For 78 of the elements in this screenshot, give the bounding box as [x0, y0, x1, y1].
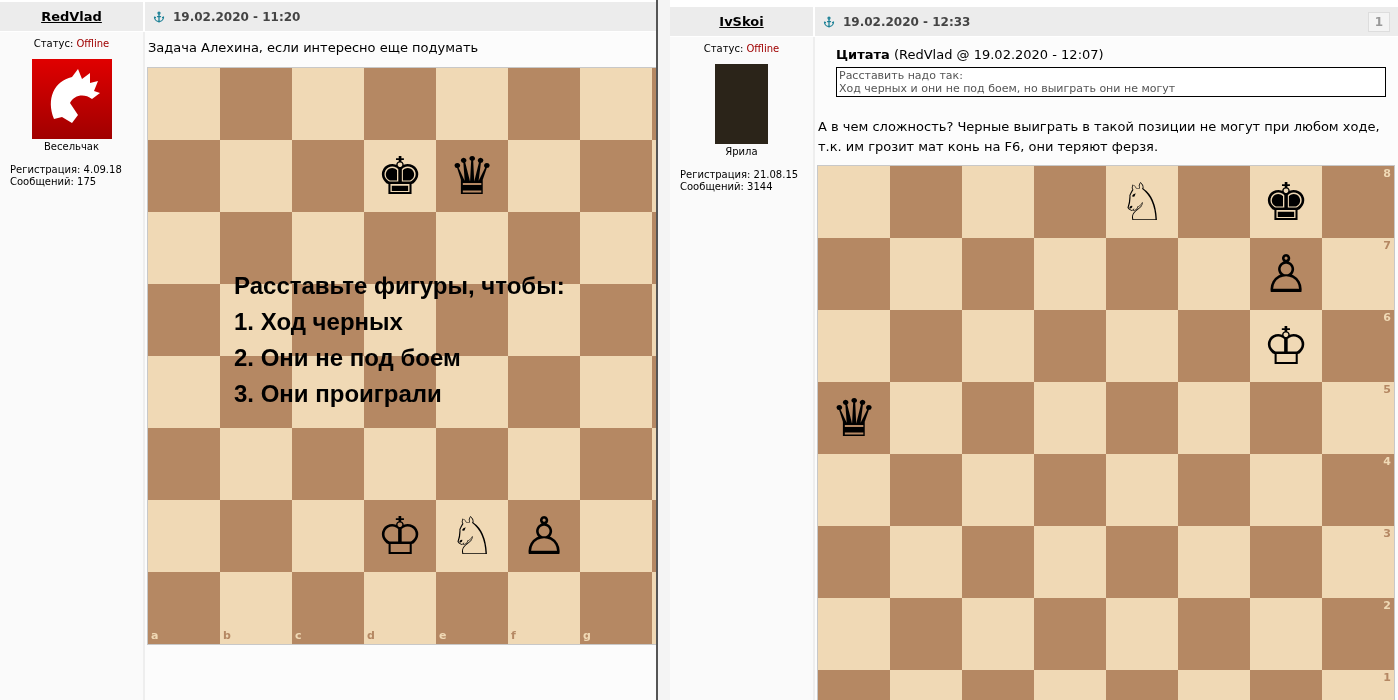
board-square [292, 500, 364, 572]
anchor-icon[interactable] [823, 15, 835, 28]
board-square [580, 140, 652, 212]
overlay-text: 2. Они не под боем [234, 343, 462, 373]
author-link[interactable]: RedVlad [41, 6, 102, 27]
chess-piece: ♛ [448, 146, 496, 206]
message-count: Сообщений: 3144 [680, 181, 774, 193]
board-square [148, 212, 220, 284]
user-rank: Ярила [725, 145, 758, 159]
board-square [508, 428, 580, 500]
status-text: Статус: Offline [703, 42, 780, 56]
post-text: Задача Алехина, если интересно еще подумать [148, 39, 480, 57]
board-square [580, 284, 652, 356]
board-square [508, 356, 580, 428]
chess-piece: ♔ [376, 506, 424, 566]
board-square [220, 140, 292, 212]
board-square [220, 68, 292, 140]
board-square [580, 356, 652, 428]
chess-piece: ♘ [1118, 171, 1166, 232]
chess-piece: ♙ [1262, 243, 1310, 304]
author-link[interactable]: IvSkoi [719, 11, 764, 32]
board-square [148, 428, 220, 500]
board-square [580, 428, 652, 500]
post-text: А в чем сложность? Черные выиграть в такой позиции не могут при любом ходе, т.к. им грозит мат конь на F6, они теряют ферзя. [818, 117, 1381, 156]
rank-label: 6 [1383, 309, 1391, 326]
board-square [364, 68, 436, 140]
post-date: 19.02.2020 - 12:33 [843, 13, 971, 31]
board-square [508, 68, 580, 140]
chess-piece: ♚ [1262, 171, 1310, 232]
board-square [148, 500, 220, 572]
anchor-icon[interactable] [153, 10, 165, 23]
chess-piece: ♘ [448, 506, 496, 566]
board-square [220, 500, 292, 572]
board-square [364, 428, 436, 500]
board-square [580, 212, 652, 284]
post-date: 19.02.2020 - 11:20 [173, 8, 301, 26]
file-label: d [367, 627, 375, 644]
user-rank: Весельчак [44, 140, 99, 154]
file-label: a [151, 627, 159, 644]
file-label: g [583, 627, 591, 644]
file-label: f [511, 627, 516, 644]
file-label: e [439, 627, 447, 644]
board-square [436, 68, 508, 140]
board-square [292, 140, 364, 212]
rank-label: 8 [1383, 165, 1391, 182]
file-label: c [295, 627, 302, 644]
board-square [220, 428, 292, 500]
board-square [580, 68, 652, 140]
overlay-text: Расставьте фигуры, чтобы: [234, 271, 565, 301]
board-square [148, 356, 220, 428]
quote-box: Расставить надо так: Ход черных и они не под боем, но выиграть они не могут [836, 66, 1386, 97]
message-count: Сообщений: 175 [10, 176, 98, 188]
chess-piece: ♛ [830, 387, 878, 448]
rank-label: 7 [1383, 237, 1391, 254]
status-text: Статус: Offline [33, 37, 110, 51]
file-label: b [223, 627, 231, 644]
rank-label: 5 [1383, 381, 1391, 398]
board-square [580, 500, 652, 572]
chess-piece: ♔ [1262, 315, 1310, 376]
rank-label: 3 [1383, 525, 1391, 542]
board-square [436, 428, 508, 500]
board-square [148, 284, 220, 356]
quote-title: Цитата (RedVlad @ 19.02.2020 - 12:07) [836, 46, 1105, 64]
chess-piece: ♚ [376, 146, 424, 206]
board-square [508, 140, 580, 212]
registration-date: Регистрация: 21.08.15 [680, 169, 799, 181]
overlay-text: 1. Ход черных [234, 307, 404, 337]
rank-label: 1 [1383, 669, 1391, 686]
board-square [148, 140, 220, 212]
registration-date: Регистрация: 4.09.18 [10, 164, 122, 176]
board-square [148, 68, 220, 140]
helmet-logo-icon [31, 59, 112, 139]
board-square [292, 68, 364, 140]
overlay-text: 3. Они проиграли [234, 379, 443, 409]
chess-piece: ♙ [520, 506, 568, 566]
rank-label: 2 [1383, 597, 1391, 614]
board-square [292, 428, 364, 500]
rank-label: 4 [1383, 453, 1391, 470]
